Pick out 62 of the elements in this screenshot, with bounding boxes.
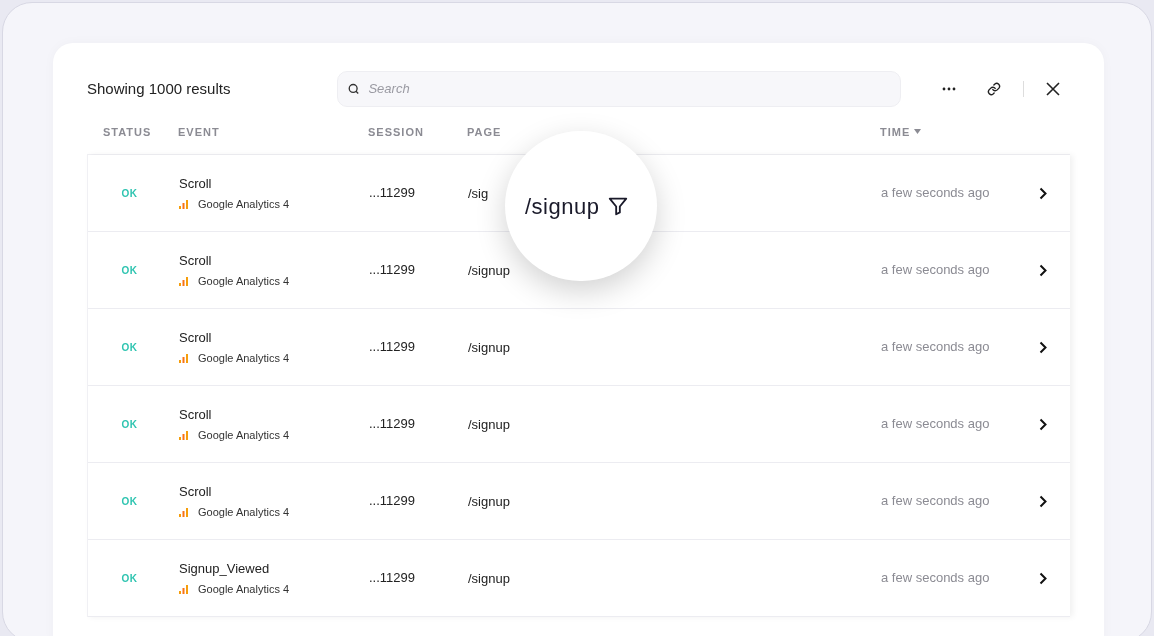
event-time: a few seconds ago bbox=[881, 184, 991, 203]
status-label: OK bbox=[121, 494, 138, 509]
status-label: OK bbox=[121, 417, 138, 432]
event-source: Google Analytics 4 bbox=[198, 197, 290, 212]
bar-chart-icon bbox=[179, 276, 189, 287]
event-name: Scroll bbox=[179, 328, 213, 347]
session-id: ...11299 bbox=[369, 415, 417, 434]
event-source: Google Analytics 4 bbox=[198, 351, 290, 366]
event-name: Scroll bbox=[179, 405, 213, 424]
session-id: ...11299 bbox=[369, 338, 417, 357]
event-source: Google Analytics 4 bbox=[198, 428, 290, 443]
bar-chart-icon bbox=[179, 584, 189, 595]
session-id: ...11299 bbox=[369, 492, 417, 511]
status-label: OK bbox=[121, 340, 138, 355]
bar-chart-icon bbox=[179, 353, 189, 364]
chevron-right-icon bbox=[1039, 263, 1047, 277]
event-time: a few seconds ago bbox=[881, 415, 991, 434]
event-name: Scroll bbox=[179, 174, 213, 193]
bar-chart-icon bbox=[179, 430, 189, 441]
event-source: Google Analytics 4 bbox=[198, 582, 290, 597]
event-source: Google Analytics 4 bbox=[198, 505, 290, 520]
event-time: a few seconds ago bbox=[881, 261, 991, 280]
search-icon bbox=[347, 82, 361, 96]
page-path: /signup bbox=[468, 571, 510, 586]
results-count: Showing 1000 results bbox=[87, 78, 232, 99]
bar-chart-icon bbox=[179, 507, 189, 518]
event-time: a few seconds ago bbox=[881, 569, 991, 588]
link-icon bbox=[987, 82, 1001, 96]
filter-icon bbox=[607, 195, 630, 217]
event-name: Signup_Viewed bbox=[179, 559, 271, 578]
search-input[interactable]: Search bbox=[368, 79, 891, 99]
chevron-right-icon bbox=[1039, 340, 1047, 354]
page-path: /signup bbox=[468, 494, 510, 509]
table-row[interactable]: OK Scroll Google Analytics 4 ...11299 /signup a few seconds ago bbox=[88, 309, 1070, 386]
magnified-page-path: /signup bbox=[525, 192, 600, 221]
close-icon bbox=[1046, 82, 1060, 96]
status-label: OK bbox=[121, 263, 138, 278]
chevron-right-icon bbox=[1039, 571, 1047, 585]
sort-caret-icon bbox=[914, 129, 922, 135]
page-path: /signup bbox=[468, 263, 510, 278]
table-row[interactable]: OK Scroll Google Analytics 4 ...11299 /signup a few seconds ago bbox=[88, 463, 1070, 540]
more-icon bbox=[942, 87, 956, 91]
session-id: ...11299 bbox=[369, 261, 417, 280]
page-path: /sig bbox=[468, 186, 489, 201]
event-time: a few seconds ago bbox=[881, 492, 991, 511]
chevron-right-icon bbox=[1039, 494, 1047, 508]
bar-chart-icon bbox=[179, 199, 189, 210]
event-name: Scroll bbox=[179, 251, 213, 270]
session-id: ...11299 bbox=[369, 184, 417, 203]
search-field[interactable]: Search bbox=[337, 71, 901, 107]
event-time: a few seconds ago bbox=[881, 338, 991, 357]
page-path: /signup bbox=[468, 417, 510, 432]
status-label: OK bbox=[121, 571, 138, 586]
chevron-right-icon bbox=[1039, 417, 1047, 431]
page-path: /signup bbox=[468, 340, 510, 355]
table-row[interactable]: OK Scroll Google Analytics 4 ...11299 /signup a few seconds ago bbox=[88, 386, 1070, 463]
chevron-right-icon bbox=[1039, 186, 1047, 200]
event-source: Google Analytics 4 bbox=[198, 274, 290, 289]
event-name: Scroll bbox=[179, 482, 213, 501]
table-row[interactable]: OK Signup_Viewed Google Analytics 4 ...11299 /signup a few seconds ago bbox=[88, 540, 1070, 617]
session-id: ...11299 bbox=[369, 569, 417, 588]
status-label: OK bbox=[121, 186, 138, 201]
